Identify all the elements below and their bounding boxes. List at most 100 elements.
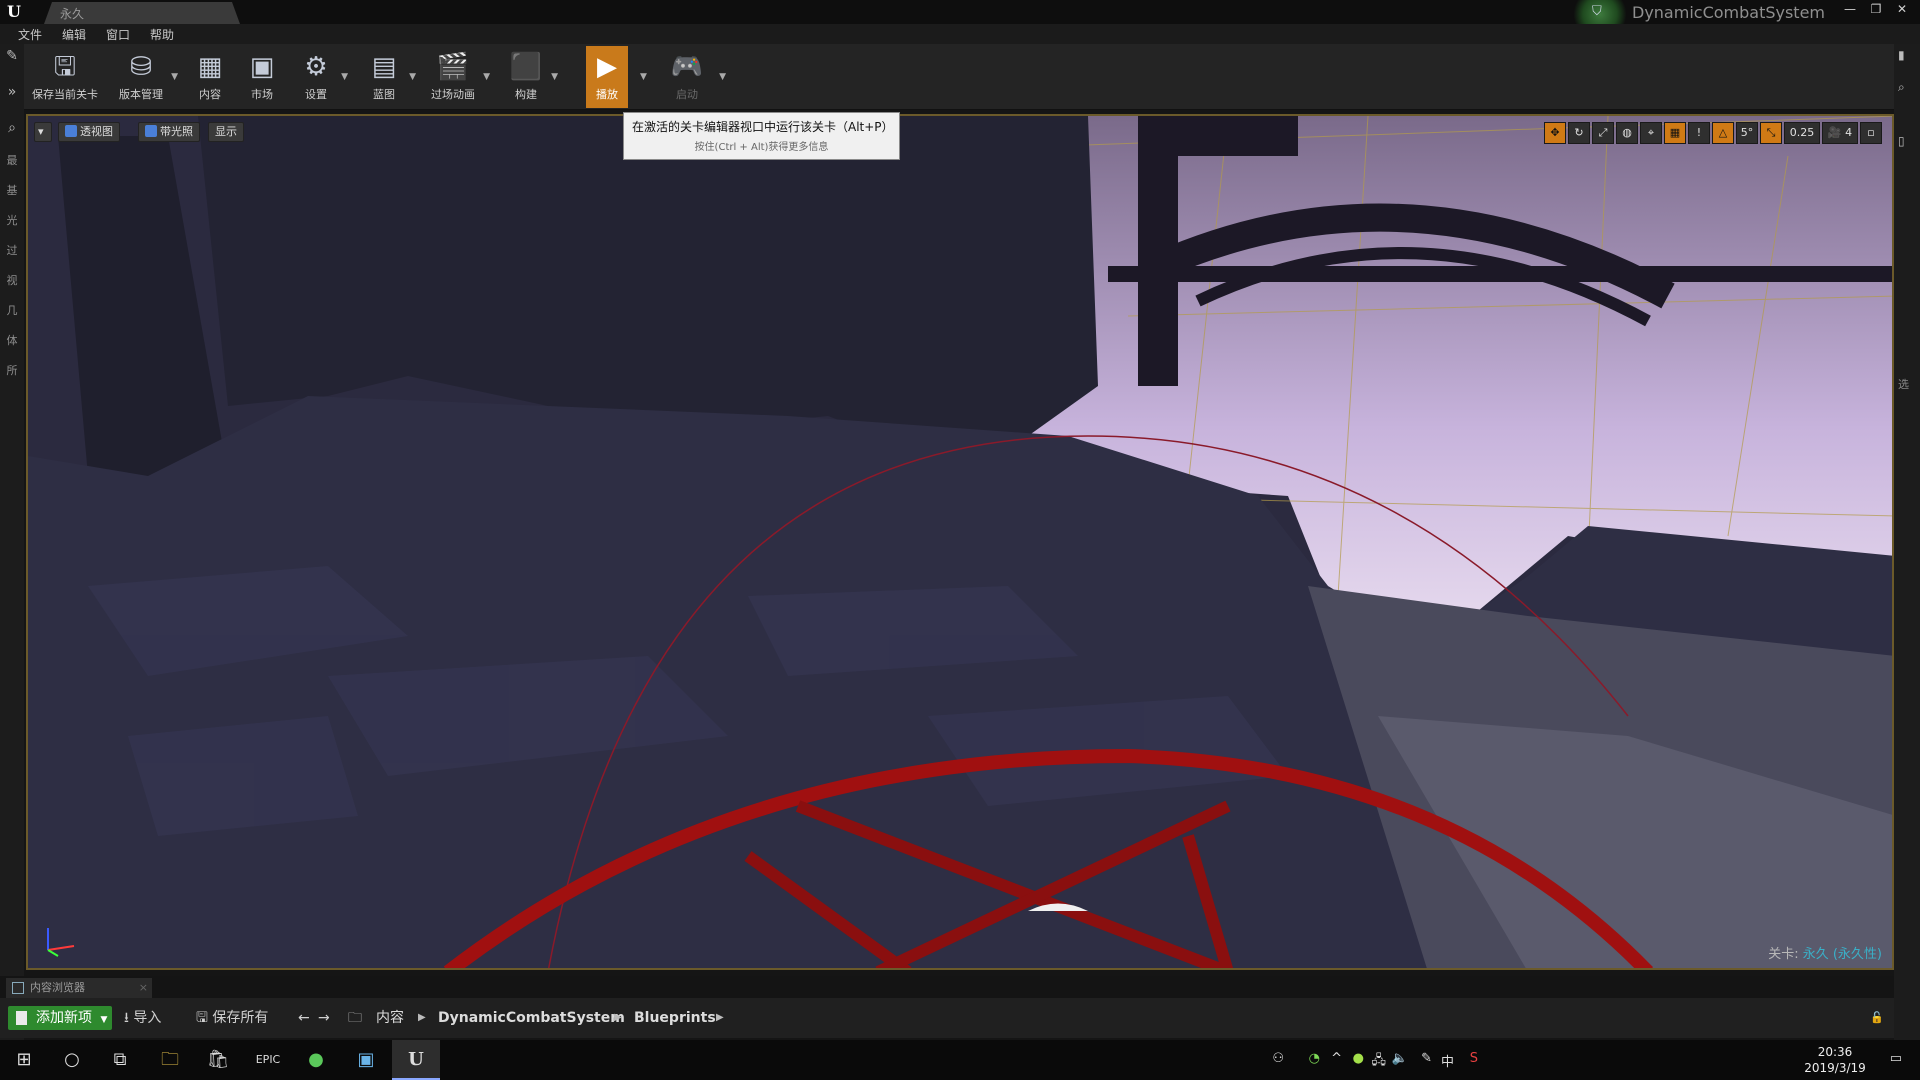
breadcrumb-blueprints[interactable]: Blueprints	[634, 1006, 716, 1030]
task-view-icon[interactable]: ⧉	[96, 1040, 144, 1080]
scroll-bar[interactable]: ▯	[1898, 134, 1905, 148]
wifi-icon[interactable]: ◔	[1309, 1051, 1320, 1066]
cinematics-button[interactable]: 🎬 过场动画 ▼	[426, 46, 490, 108]
source-control-button[interactable]: ⛁ 版本管理 ▼	[114, 46, 178, 108]
settings-button[interactable]: ⚙ 设置 ▼	[294, 46, 348, 108]
panel-handle-icon[interactable]: ▮	[1898, 48, 1905, 62]
chevron-up-icon[interactable]: ^	[1331, 1051, 1342, 1066]
left-tab-visual[interactable]: 视	[4, 272, 20, 288]
lit-mode-button[interactable]: 带光照	[138, 122, 200, 142]
left-tab-volumes[interactable]: 体	[4, 332, 20, 348]
search-icon[interactable]: ⌕	[1898, 80, 1905, 95]
left-tab-basic[interactable]: 基	[4, 182, 20, 198]
save-all-button[interactable]: 🖫 保存所有	[196, 1006, 268, 1030]
menu-edit[interactable]: 编辑	[54, 24, 94, 44]
breadcrumb-separator-icon[interactable]: ▶	[614, 1006, 622, 1030]
camera-speed-button[interactable]: 🎥 4	[1822, 122, 1858, 144]
chevron-down-icon[interactable]: ▼	[719, 72, 726, 82]
lock-icon[interactable]: 🔓	[1870, 1006, 1884, 1030]
pen-icon[interactable]: ✎	[1421, 1051, 1432, 1066]
restore-button[interactable]: ❐	[1864, 0, 1888, 18]
world-local-icon[interactable]: ◍	[1616, 122, 1638, 144]
epic-games-icon[interactable]: EPIC	[244, 1040, 292, 1080]
right-tab-select[interactable]: 选	[1898, 376, 1909, 392]
build-button[interactable]: ⬛ 构建 ▼	[504, 46, 558, 108]
app-green-icon[interactable]: ●	[292, 1040, 340, 1080]
scale-snap-icon[interactable]: ⤡	[1760, 122, 1782, 144]
notification-icon[interactable]: ▭	[1890, 1051, 1902, 1066]
camera-speed-value: 4	[1845, 126, 1853, 139]
volume-icon[interactable]: 🔈	[1392, 1051, 1408, 1066]
rotate-mode-icon[interactable]: ↻	[1568, 122, 1590, 144]
back-button[interactable]: ←	[298, 1006, 310, 1030]
chevron-down-icon[interactable]: ▼	[409, 72, 416, 82]
scene-render	[28, 116, 1892, 968]
close-button[interactable]: ✕	[1890, 0, 1914, 18]
unreal-editor-taskbar-icon[interactable]: U	[392, 1040, 440, 1080]
ime-indicator[interactable]: 中	[1441, 1051, 1454, 1070]
left-tab-all-classes[interactable]: 所	[4, 362, 20, 378]
grid-size-value[interactable]: !	[1688, 122, 1710, 144]
scale-mode-icon[interactable]: ⤢	[1592, 122, 1614, 144]
left-tab-geometry[interactable]: 几	[4, 302, 20, 318]
file-explorer-icon[interactable]: 🗀	[146, 1040, 194, 1080]
forward-button[interactable]: →	[318, 1006, 330, 1030]
menu-file[interactable]: 文件	[10, 24, 50, 44]
breadcrumb-content[interactable]: 内容	[376, 1006, 404, 1030]
left-tab-cinematic[interactable]: 过	[4, 242, 20, 258]
show-flags-button[interactable]: 显示	[208, 122, 244, 142]
level-tab-label: 永久	[60, 7, 85, 21]
menu-window[interactable]: 窗口	[98, 24, 138, 44]
close-icon[interactable]: ×	[139, 978, 148, 998]
breadcrumb-separator-icon[interactable]: ▶	[716, 1006, 724, 1030]
left-tab-lights[interactable]: 光	[4, 212, 20, 228]
input-method-icon[interactable]: S	[1470, 1051, 1478, 1066]
import-label: 导入	[133, 1010, 162, 1026]
breadcrumb-separator-icon[interactable]: ▶	[418, 1006, 426, 1030]
perspective-button[interactable]: 透视图	[58, 122, 120, 142]
surface-snap-icon[interactable]: ⌖	[1640, 122, 1662, 144]
tray-green-icon[interactable]: ●	[1353, 1051, 1364, 1066]
left-tab-recent[interactable]: 最	[4, 152, 20, 168]
add-new-button[interactable]: 添加新项 ▼	[8, 1006, 112, 1030]
maximize-viewport-icon[interactable]: ▫	[1860, 122, 1882, 144]
search-icon[interactable]: ⌕	[2, 120, 22, 140]
unreal-logo-icon: U	[7, 2, 21, 21]
network-icon[interactable]: 🖧	[1372, 1051, 1387, 1073]
mode-place-icon[interactable]: ✎	[2, 48, 22, 68]
menu-help[interactable]: 帮助	[142, 24, 182, 44]
minimize-button[interactable]: —	[1838, 0, 1862, 18]
blueprints-button[interactable]: ▤ 蓝图 ▼	[362, 46, 416, 108]
chevron-down-icon[interactable]: ▼	[483, 72, 490, 82]
import-button[interactable]: ⭳ 导入	[124, 1006, 161, 1030]
breadcrumb-project[interactable]: DynamicCombatSystem	[438, 1006, 625, 1030]
grid-snap-icon[interactable]: ▦	[1664, 122, 1686, 144]
start-windows-icon[interactable]: ⊞	[0, 1040, 48, 1080]
translate-mode-icon[interactable]: ✥	[1544, 122, 1566, 144]
play-button[interactable]: ▶ 播放	[586, 46, 628, 108]
save-current-level-button[interactable]: 🖫 保存当前关卡	[30, 46, 100, 108]
people-icon[interactable]: ⚇	[1272, 1051, 1284, 1066]
store-icon[interactable]: 🛍	[194, 1040, 242, 1080]
content-button[interactable]: ▦ 内容	[188, 46, 232, 108]
launch-button[interactable]: 🎮 启动 ▼	[662, 46, 726, 108]
perspective-label: 透视图	[80, 125, 113, 138]
system-clock[interactable]: 20:36 2019/3/19	[1800, 1044, 1870, 1076]
level-tab[interactable]: 永久	[44, 2, 240, 24]
search-circle-icon[interactable]: ○	[48, 1040, 96, 1080]
content-browser-tab[interactable]: 内容浏览器 ×	[6, 978, 152, 998]
level-viewport[interactable]: ▾ 透视图 带光照 显示 ✥ ↻ ⤢ ◍ ⌖ ▦ ! △ 5° ⤡ 0.25 🎥…	[26, 114, 1894, 970]
play-options-dropdown[interactable]: ▼	[640, 72, 647, 82]
lit-sphere-icon	[145, 125, 157, 137]
rotation-snap-icon[interactable]: △	[1712, 122, 1734, 144]
content-browser-tab-label: 内容浏览器	[30, 981, 85, 994]
chevron-down-icon[interactable]: ▼	[551, 72, 558, 82]
app-blue-icon[interactable]: ▣	[342, 1040, 390, 1080]
rotation-snap-value[interactable]: 5°	[1736, 122, 1758, 144]
scale-snap-value[interactable]: 0.25	[1784, 122, 1820, 144]
chevron-down-icon[interactable]: ▼	[341, 72, 348, 82]
viewport-options-dropdown[interactable]: ▾	[34, 122, 52, 142]
chevron-down-icon[interactable]: ▼	[171, 72, 178, 82]
marketplace-button[interactable]: ▣ 市场	[240, 46, 284, 108]
expand-panel-icon[interactable]: »	[2, 84, 22, 104]
